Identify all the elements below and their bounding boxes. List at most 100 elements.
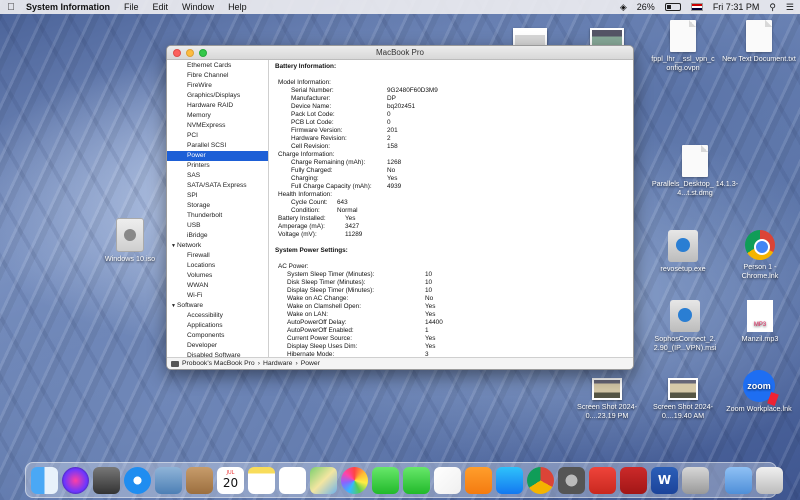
search-icon[interactable]: ⚲ <box>769 2 776 13</box>
dock-trash-icon[interactable] <box>756 466 783 494</box>
dock-safari-icon[interactable] <box>124 466 151 494</box>
window-titlebar[interactable]: MacBook Pro <box>167 46 633 60</box>
sidebar-item-graphics-displays[interactable]: Graphics/Displays <box>167 91 268 101</box>
path-item[interactable]: Power <box>301 360 320 367</box>
sidebar-item-ibridge[interactable]: iBridge <box>167 231 268 241</box>
sidebar-item-ethernet-cards[interactable]: Ethernet Cards <box>167 61 268 71</box>
category-sidebar[interactable]: Ethernet Cards Fibre Channel FireWire Graph… <box>167 60 269 357</box>
dock-anydesk-icon[interactable] <box>589 466 616 494</box>
menu-window[interactable]: Window <box>182 2 214 12</box>
sidebar-item-thunderbolt[interactable]: Thunderbolt <box>167 211 268 221</box>
desktop-file-zoom[interactable]: zoom Zoom Workplace.lnk <box>724 370 794 414</box>
desktop-file-label: Person 1 - Chrome.lnk <box>741 262 779 280</box>
dock-chrome-icon[interactable] <box>527 466 554 494</box>
sidebar-item-fibre-channel[interactable]: Fibre Channel <box>167 71 268 81</box>
section-heading: Battery Information: <box>275 63 337 70</box>
desktop-file-screenshot-2[interactable]: Screen Shot 2024-0....19.40 AM <box>648 378 718 420</box>
battery-percent[interactable]: 26% <box>637 2 655 12</box>
sidebar-group-software[interactable]: ▼Software <box>167 301 268 311</box>
dock-calendar-icon[interactable]: JUL 20 <box>217 466 244 494</box>
dock-notes-icon[interactable] <box>248 466 275 494</box>
zoom-logo-text: zoom <box>747 381 771 391</box>
wifi-icon[interactable]: ◈ <box>620 2 627 13</box>
desktop-file-parallels[interactable]: Parallels_Desktop_ 14.1.3-4...t.st.dmg <box>645 145 745 197</box>
sidebar-item-locations[interactable]: Locations <box>167 261 268 271</box>
sidebar-item-usb[interactable]: USB <box>167 221 268 231</box>
sidebar-item-pci[interactable]: PCI <box>167 131 268 141</box>
path-item[interactable]: Probook's MacBook Pro <box>182 360 255 367</box>
desktop-file-fppl[interactable]: fppl_lhr__ssl_vpn_c onfig.ovpn <box>643 20 723 72</box>
menu-help[interactable]: Help <box>228 2 247 12</box>
sidebar-item-nvmexpress[interactable]: NVMExpress <box>167 121 268 131</box>
desktop-file-manzil[interactable]: MP3 Manzil.mp3 <box>725 300 795 344</box>
dock-system-preferences-icon[interactable] <box>558 466 585 494</box>
dock-mail-icon[interactable] <box>155 466 182 494</box>
sidebar-item-power[interactable]: Power <box>167 151 268 161</box>
sidebar-item-volumes[interactable]: Volumes <box>167 271 268 281</box>
dock-books-icon[interactable] <box>465 466 492 494</box>
info-key: Disk Sleep Timer (Minutes): <box>287 279 366 286</box>
dock-siri-icon[interactable] <box>62 466 89 494</box>
dock-contacts-icon[interactable] <box>186 466 213 494</box>
dock-installer-icon[interactable] <box>682 466 709 494</box>
desktop-file-windows-iso[interactable]: Windows 10.iso <box>95 218 165 264</box>
menu-edit[interactable]: Edit <box>153 2 169 12</box>
sidebar-item-wwan[interactable]: WWAN <box>167 281 268 291</box>
sidebar-item-firewall[interactable]: Firewall <box>167 251 268 261</box>
dock-word-icon[interactable]: W <box>651 466 678 494</box>
dock-app-store-icon[interactable] <box>496 466 523 494</box>
sidebar-group-network[interactable]: ▼Network <box>167 241 268 251</box>
sidebar-item-spi[interactable]: SPI <box>167 191 268 201</box>
dock-launchpad-icon[interactable] <box>93 466 120 494</box>
info-value: Yes <box>425 343 436 350</box>
desktop-file-screenshot-1[interactable]: Screen Shot 2024-0....23.19 PM <box>572 378 642 420</box>
clock[interactable]: Fri 7:31 PM <box>713 2 760 12</box>
path-item[interactable]: Hardware <box>263 360 292 367</box>
sidebar-item-firewire[interactable]: FireWire <box>167 81 268 91</box>
sidebar-item-wi-fi[interactable]: Wi-Fi <box>167 291 268 301</box>
sidebar-item-accessibility[interactable]: Accessibility <box>167 311 268 321</box>
sidebar-item-sas[interactable]: SAS <box>167 171 268 181</box>
desktop-file-sophos[interactable]: SophosConnect_2. 2.90_(IP...VPN).msi <box>640 300 730 352</box>
input-source-flag-icon[interactable] <box>690 3 703 11</box>
menu-file[interactable]: File <box>124 2 139 12</box>
dock-messages-icon[interactable] <box>372 466 399 494</box>
sidebar-item-components[interactable]: Components <box>167 331 268 341</box>
sidebar-item-parallel-scsi[interactable]: Parallel SCSI <box>167 141 268 151</box>
info-value: 14400 <box>425 319 443 326</box>
info-value: 10 <box>425 271 433 278</box>
sidebar-item-applications[interactable]: Applications <box>167 321 268 331</box>
apple-menu-icon[interactable]:  <box>6 2 16 13</box>
dock-reminders-icon[interactable] <box>279 466 306 494</box>
dock-facetime-icon[interactable] <box>403 466 430 494</box>
info-value: Normal <box>337 207 358 214</box>
desktop-file-new-text[interactable]: New Text Document.txt <box>722 20 796 64</box>
menu-app-name[interactable]: System Information <box>26 2 110 12</box>
sidebar-item-developer[interactable]: Developer <box>167 341 268 351</box>
battery-icon[interactable] <box>664 3 681 11</box>
desktop-file-revosetup[interactable]: revosetup.exe <box>648 230 718 274</box>
dock-maps-icon[interactable] <box>310 466 337 494</box>
sidebar-item-sata-sata-express[interactable]: SATA/SATA Express <box>167 181 268 191</box>
dock-itunes-icon[interactable] <box>434 466 461 494</box>
dock-windows-icon[interactable] <box>620 466 647 494</box>
dock-photos-icon[interactable] <box>341 466 368 494</box>
detail-pane[interactable]: Battery Information: Model Information: Se… <box>269 60 633 357</box>
sidebar-item-printers[interactable]: Printers <box>167 161 268 171</box>
sidebar-item-storage[interactable]: Storage <box>167 201 268 211</box>
info-row: PCB Lot Code: 0 <box>275 119 627 127</box>
control-center-icon[interactable]: ☰ <box>786 2 794 13</box>
audio-file-icon: MP3 <box>747 300 773 332</box>
info-row: AutoPowerOff Enabled: 1 <box>275 327 627 335</box>
installer-icon <box>668 230 698 262</box>
desktop-file-chrome-link[interactable]: Person 1 - Chrome.lnk <box>725 230 795 280</box>
info-key: Model Information: <box>278 79 331 86</box>
info-key: AC Power: <box>278 263 309 270</box>
info-row: AC Power: <box>275 263 627 271</box>
dock-finder-icon[interactable] <box>31 466 58 494</box>
sidebar-item-memory[interactable]: Memory <box>167 111 268 121</box>
info-value: DP <box>387 95 396 102</box>
sidebar-item-hardware-raid[interactable]: Hardware RAID <box>167 101 268 111</box>
dock-downloads-icon[interactable] <box>725 466 752 494</box>
